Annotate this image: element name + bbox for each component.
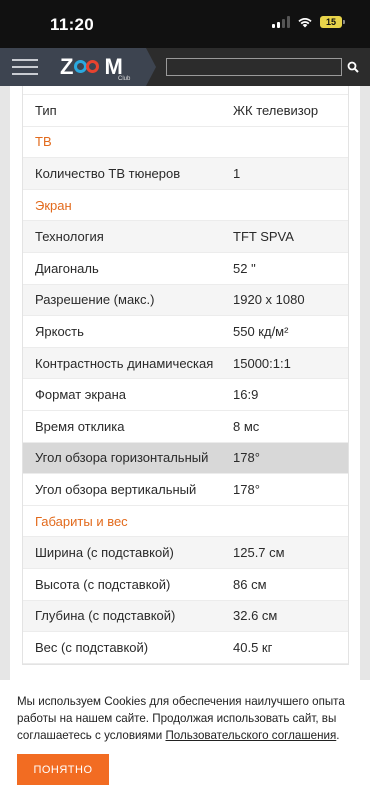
spec-row: Вес (с подставкой) 40.5 кг <box>23 632 348 664</box>
search-icon[interactable] <box>347 61 359 73</box>
spec-value: 8 мс <box>233 418 260 434</box>
site-header: Z M Club <box>0 48 370 86</box>
spec-value: 32.6 см <box>233 608 278 624</box>
spec-row: Время отклика 8 мс <box>23 411 348 443</box>
spec-label: Разрешение (макс.) <box>35 292 155 308</box>
spec-label: Количество ТВ тюнеров <box>35 165 181 181</box>
spec-row: Технология TFT SPVA <box>23 221 348 253</box>
spec-value: 40.5 кг <box>233 639 273 655</box>
spec-value: 86 см <box>233 576 267 592</box>
spec-label: Угол обзора вертикальный <box>35 481 197 497</box>
cookie-banner: Мы используем Cookies для обеспечения на… <box>0 680 370 802</box>
spec-row: Тип ЖК телевизор <box>23 95 348 127</box>
spec-table: Тип ЖК телевизор ТВ Количество ТВ тюнеров 1 Э… <box>22 86 349 665</box>
logo-rings-icon <box>73 57 103 77</box>
spec-value: 16:9 <box>233 387 259 403</box>
spec-row: Яркость 550 кд/м² <box>23 316 348 348</box>
spec-section-header: Экран <box>23 189 348 222</box>
accept-cookies-button[interactable]: ПОНЯТНО <box>17 754 109 785</box>
spec-label: Технология <box>35 229 104 245</box>
battery-icon: 15 <box>320 16 345 28</box>
spec-label: Высота (с подставкой) <box>35 576 171 592</box>
spec-label: Вес (с подставкой) <box>35 639 149 655</box>
search-input[interactable] <box>166 58 342 76</box>
logo-sub: Club <box>118 76 131 82</box>
spec-value: TFT SPVA <box>233 229 294 245</box>
spec-row: Угол обзора вертикальный 178° <box>23 474 348 506</box>
spec-label: Контрастность динамическая <box>35 355 214 371</box>
logo-letter-left: Z <box>60 54 73 79</box>
spec-row: Ширина (с подставкой) 125.7 см <box>23 537 348 569</box>
spec-label: Формат экрана <box>35 387 126 403</box>
spec-label: Ширина (с подставкой) <box>35 545 174 561</box>
spec-row: Количество ТВ тюнеров 1 <box>23 158 348 190</box>
spec-label: Время отклика <box>35 418 125 434</box>
spec-row: Угол обзора горизонтальный 178° <box>23 442 348 475</box>
spec-row: Глубина (с подставкой) 32.6 см <box>23 600 348 633</box>
spec-label: Глубина (с подставкой) <box>35 608 176 624</box>
spec-row: Диагональ 52 " <box>23 253 348 285</box>
spec-content: Тип ЖК телевизор ТВ Количество ТВ тюнеров 1 Э… <box>10 86 360 680</box>
site-logo[interactable]: Z M Club <box>50 48 146 86</box>
spec-row: Формат экрана 16:9 <box>23 379 348 411</box>
section-title: ТВ <box>35 134 52 150</box>
spec-value: 178° <box>233 481 260 497</box>
spec-value: 125.7 см <box>233 545 285 561</box>
spec-section-header: Габариты и вес <box>23 505 348 538</box>
status-icons: 15 <box>272 16 345 28</box>
spec-value: 178° <box>233 450 260 466</box>
section-title: Экран <box>35 197 72 213</box>
spec-label: Яркость <box>35 323 84 339</box>
spec-label: Тип <box>35 102 57 118</box>
user-agreement-link[interactable]: Пользовательского соглашения <box>165 729 336 742</box>
spec-row: Разрешение (макс.) 1920 x 1080 <box>23 284 348 317</box>
menu-icon[interactable] <box>0 48 50 86</box>
wifi-icon <box>298 18 312 28</box>
clock: 11:20 <box>50 15 95 34</box>
spec-value: ЖК телевизор <box>233 102 319 118</box>
spec-value: 550 кд/м² <box>233 323 289 339</box>
spec-value: 15000:1:1 <box>233 355 291 371</box>
cookie-text: Мы используем Cookies для обеспечения на… <box>17 695 345 742</box>
signal-icon <box>272 16 290 28</box>
spec-value: 1920 x 1080 <box>233 292 305 308</box>
spec-value: 1 <box>233 165 241 181</box>
spec-row: Высота (с подставкой) 86 см <box>23 569 348 601</box>
spec-label: Диагональ <box>35 260 99 276</box>
spec-value: 52 " <box>233 260 256 276</box>
spec-section-header: ТВ <box>23 126 348 159</box>
status-bar: 11:20 15 <box>0 0 370 48</box>
spec-label: Угол обзора горизонтальный <box>35 450 209 466</box>
section-title: Габариты и вес <box>35 513 128 529</box>
spec-row: Контрастность динамическая 15000:1:1 <box>23 347 348 380</box>
